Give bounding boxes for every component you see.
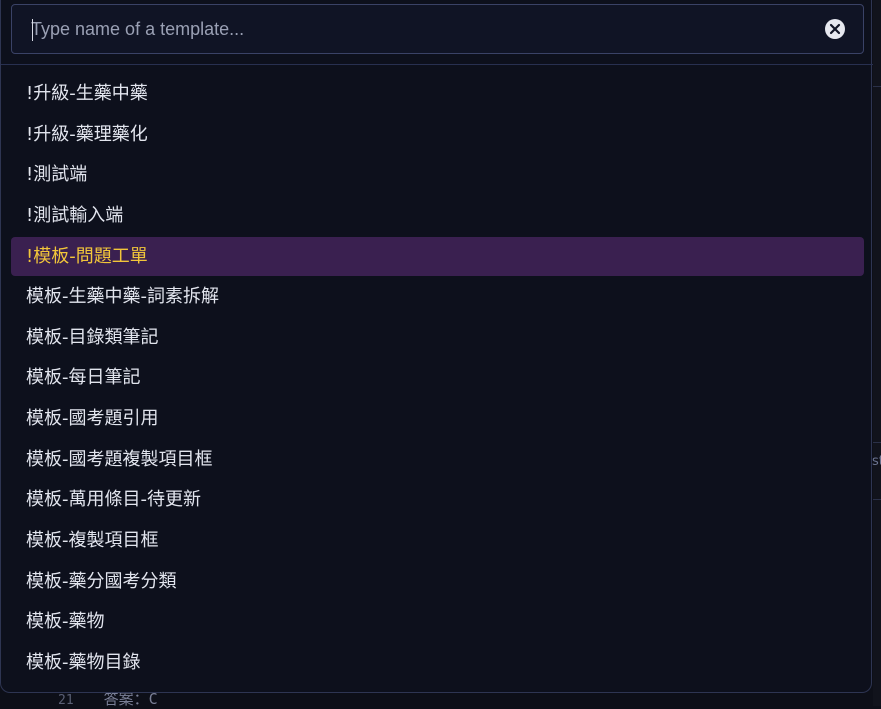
template-item[interactable]: !升級-生藥中藥 — [11, 74, 864, 113]
background-divider — [873, 442, 881, 443]
template-item[interactable]: 模板-國考題引用 — [11, 399, 864, 438]
template-item[interactable]: 模板-藥分國考分類 — [11, 562, 864, 601]
template-item[interactable]: !升級-藥理藥化 — [11, 115, 864, 154]
template-item-selected[interactable]: !模板-問題工單 — [11, 236, 864, 276]
background-divider — [873, 86, 881, 87]
template-item[interactable]: 模板-生藥中藥-詞素拆解 — [11, 277, 864, 316]
background-text-fragment: st — [872, 454, 881, 469]
template-item[interactable]: 模板-目錄類筆記 — [11, 318, 864, 357]
template-item[interactable]: 模板-每日筆記 — [11, 358, 864, 397]
template-search-input[interactable] — [31, 5, 811, 53]
search-box — [11, 4, 864, 54]
background-divider — [873, 499, 881, 500]
template-list: !升級-生藥中藥 !升級-藥理藥化 !測試端 !測試輸入端 !模板-問題工單 模板-生藥中… — [11, 74, 864, 684]
template-item[interactable]: 模板-藥物目錄 — [11, 643, 864, 682]
template-item[interactable]: !測試端 — [11, 155, 864, 194]
template-item[interactable]: 模板-複製項目框 — [11, 521, 864, 560]
background-panel-edge — [873, 0, 881, 706]
template-item[interactable]: 模板-藥物 — [11, 602, 864, 641]
close-circle-icon[interactable] — [824, 18, 846, 40]
template-item[interactable]: 模板-萬用條目-待更新 — [11, 480, 864, 519]
text-caret — [32, 19, 33, 41]
template-picker-modal: !升級-生藥中藥!升級-藥理藥化!測試端!測試輸入端!模板-問題工單模板-生藥中… — [0, 0, 873, 693]
list-divider — [1, 64, 873, 65]
template-item[interactable]: !測試輸入端 — [11, 196, 864, 235]
template-item[interactable]: 模板-國考題複製項目框 — [11, 440, 864, 479]
